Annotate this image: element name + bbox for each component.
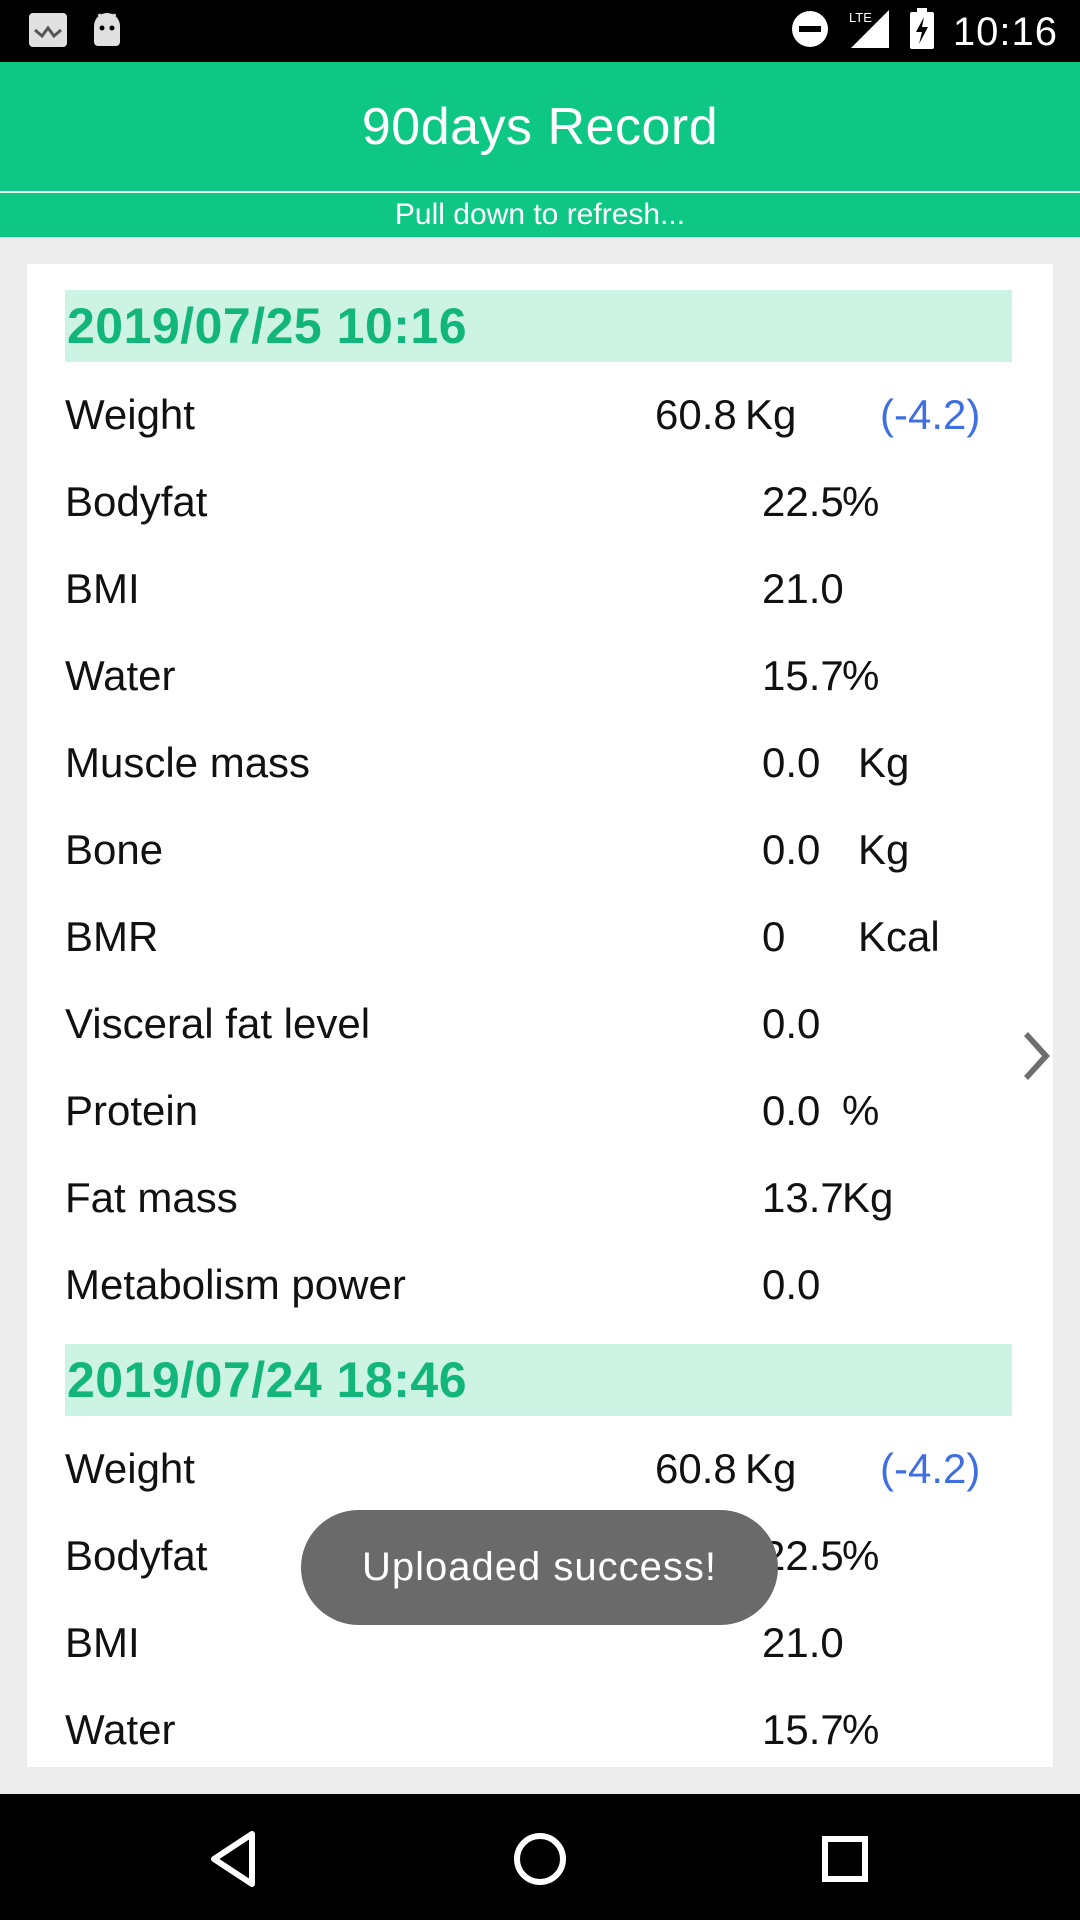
metric-row-weight: Weight 60.8 Kg (-4.2) [65, 1427, 1025, 1514]
metric-row-bone: Bone 0.0 Kg [65, 808, 1025, 895]
metric-value: 13.7 [762, 1174, 844, 1221]
metric-unit: Kg [745, 391, 797, 438]
metric-row-bodyfat: Bodyfat 22.5 % [65, 460, 1025, 547]
metric-label: Bone [65, 826, 164, 873]
notification-app-icon [28, 12, 68, 53]
pull-to-refresh-bar[interactable]: Pull down to refresh... [0, 193, 1080, 237]
metric-unit: % [842, 1532, 880, 1579]
app-bar: 90days Record [0, 62, 1080, 193]
battery-charging-icon [909, 8, 935, 55]
record-date: 2019/07/24 18:46 [67, 1352, 468, 1408]
metric-row-water: Water 15.7 % [65, 1688, 1025, 1767]
metric-unit: % [842, 652, 880, 699]
metric-value: 15.7 [762, 1706, 844, 1753]
metric-value: 60.8 [655, 1445, 737, 1492]
metric-label: Protein [65, 1087, 199, 1134]
metric-value: 0 [762, 913, 786, 960]
metric-delta: (-4.2) [880, 1445, 981, 1492]
metric-unit: % [842, 1087, 880, 1134]
metric-label: Bodyfat [65, 1532, 208, 1579]
metric-row-water: Water 15.7 % [65, 634, 1025, 721]
do-not-disturb-icon [791, 10, 829, 53]
svg-text:LTE: LTE [849, 10, 872, 25]
navigation-bar [0, 1794, 1080, 1920]
metric-value: 0.0 [762, 826, 821, 873]
metric-label: Weight [65, 391, 195, 438]
metric-label: Fat mass [65, 1174, 238, 1221]
metric-row-fat-mass: Fat mass 13.7 Kg [65, 1156, 1025, 1243]
metric-unit: % [842, 478, 880, 525]
metric-unit: % [842, 1706, 880, 1753]
metric-row-bmi: BMI 21.0 [65, 547, 1025, 634]
metric-label: Metabolism power [65, 1261, 406, 1308]
metric-value: 15.7 [762, 652, 844, 699]
metric-label: Weight [65, 1445, 195, 1492]
metric-value: 0.0 [762, 1261, 821, 1308]
metric-value: 0.0 [762, 1000, 821, 1047]
record-date-header: 2019/07/25 10:16 [65, 290, 1012, 362]
home-icon[interactable] [505, 1824, 575, 1894]
metric-label: BMI [65, 1619, 140, 1666]
metric-unit: Kg [858, 826, 910, 873]
chevron-right-icon[interactable] [1020, 1026, 1053, 1086]
refresh-hint: Pull down to refresh... [394, 198, 686, 231]
record-date-header: 2019/07/24 18:46 [65, 1344, 1012, 1416]
metric-value: 60.8 [655, 391, 737, 438]
status-bar-notifications [28, 12, 124, 53]
metric-unit: Kg [842, 1174, 894, 1221]
metric-row-metabolism-power: Metabolism power 0.0 [65, 1243, 1025, 1330]
metric-label: Muscle mass [65, 739, 311, 786]
metric-delta: (-4.2) [880, 391, 981, 438]
recent-apps-icon[interactable] [810, 1824, 880, 1894]
metric-row-bmr: BMR 0 Kcal [65, 895, 1025, 982]
metric-label: BMR [65, 913, 159, 960]
metric-unit: Kg [858, 739, 910, 786]
metric-row-weight: Weight 60.8 Kg (-4.2) [65, 373, 1025, 460]
metric-unit: Kg [745, 1445, 797, 1492]
metric-value: 0.0 [762, 739, 821, 786]
page-title: 90days Record [361, 97, 719, 156]
metric-label: Bodyfat [65, 478, 208, 525]
metric-label: Water [65, 1706, 176, 1753]
metric-row-muscle-mass: Muscle mass 0.0 Kg [65, 721, 1025, 808]
metric-value: 22.5 [762, 478, 844, 525]
metric-label: BMI [65, 565, 140, 612]
metric-row-visceral-fat: Visceral fat level 0.0 [65, 982, 1025, 1069]
metric-value: 21.0 [762, 565, 844, 612]
metric-unit: Kcal [858, 913, 940, 960]
status-bar-system: LTE 10:16 [791, 8, 1058, 55]
record-date: 2019/07/25 10:16 [67, 298, 468, 354]
metric-value: 21.0 [762, 1619, 844, 1666]
status-bar: LTE 10:16 [0, 0, 1080, 62]
metric-value: 0.0 [762, 1087, 821, 1134]
android-icon [90, 12, 124, 53]
lte-signal-icon: LTE [847, 8, 891, 55]
back-icon[interactable] [200, 1824, 270, 1894]
status-time: 10:16 [952, 9, 1058, 54]
toast: Uploaded success! [301, 1510, 778, 1625]
metric-label: Water [65, 652, 176, 699]
metric-label: Visceral fat level [65, 1000, 371, 1047]
toast-message: Uploaded success! [362, 1545, 717, 1589]
metric-row-protein: Protein 0.0 % [65, 1069, 1025, 1156]
